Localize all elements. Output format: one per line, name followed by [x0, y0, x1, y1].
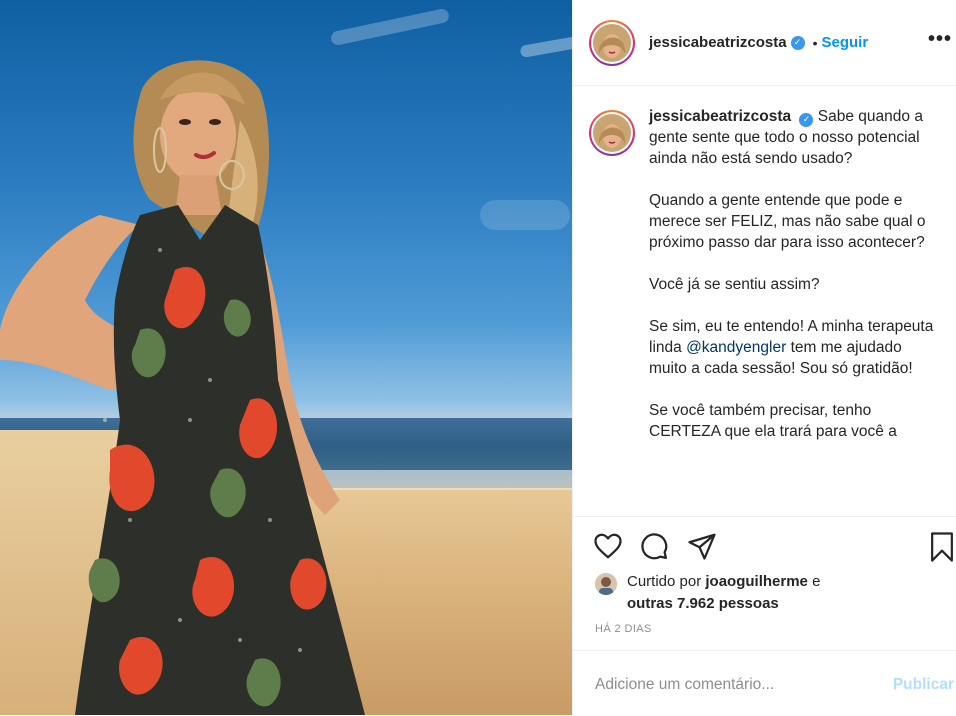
caption-text: jessicabeatrizcosta ✓ Sabe quando a gent…: [649, 106, 940, 516]
avatar[interactable]: [589, 19, 635, 66]
comment-icon[interactable]: [639, 531, 669, 561]
verified-badge-icon: ✓: [790, 35, 805, 50]
caption-avatar[interactable]: [589, 110, 635, 156]
follow-button[interactable]: Seguir: [821, 34, 868, 51]
bookmark-icon[interactable]: [927, 531, 956, 563]
likes-connector: e: [812, 573, 821, 590]
separator-dot: •: [812, 34, 818, 51]
avatar-image: [593, 114, 631, 152]
caption-paragraph: Se sim, eu te entendo! A minha terapeuta…: [649, 316, 940, 379]
post-timestamp[interactable]: HÁ 2 DIAS: [595, 623, 652, 635]
post-sidebar: jessicabeatrizcosta ✓ • Seguir ••• jessi…: [572, 0, 956, 715]
caption-area: jessicabeatrizcosta ✓ Sabe quando a gent…: [573, 86, 956, 516]
caption-paragraph: jessicabeatrizcosta ✓ Sabe quando a gent…: [649, 106, 940, 169]
liker-avatar[interactable]: [595, 573, 617, 595]
avatar-image: [593, 23, 631, 62]
liker-username[interactable]: joaoguilherme: [705, 573, 808, 590]
instagram-post: jessicabeatrizcosta ✓ • Seguir ••• jessi…: [0, 0, 956, 715]
caption-paragraph: Você já se sentiu assim?: [649, 276, 820, 293]
avatar-border: [591, 112, 633, 154]
avatar-border: [591, 21, 633, 64]
publish-button[interactable]: Publicar: [893, 676, 954, 694]
post-header: jessicabeatrizcosta ✓ • Seguir •••: [573, 0, 956, 86]
comment-input[interactable]: Adicione um comentário...: [595, 676, 774, 694]
post-photo[interactable]: [0, 0, 572, 715]
verified-badge-icon: ✓: [799, 112, 814, 127]
woman-figure: [0, 60, 365, 715]
more-options-icon[interactable]: •••: [928, 28, 952, 51]
mention-link[interactable]: @kandyengler: [686, 339, 786, 356]
action-bar: [573, 516, 956, 577]
likes-summary: Curtido por joaoguilherme e outras 7.962…: [595, 571, 820, 615]
caption-paragraph: Quando a gente entende que pode e merece…: [649, 192, 926, 251]
likes-count[interactable]: outras 7.962 pessoas: [627, 595, 779, 612]
likes-prefix: Curtido por: [627, 573, 702, 590]
share-icon[interactable]: [687, 531, 717, 561]
header-username[interactable]: jessicabeatrizcosta: [649, 34, 787, 51]
caption-username[interactable]: jessicabeatrizcosta: [649, 108, 791, 125]
caption-paragraph: Se você também precisar, tenho CERTEZA q…: [649, 402, 897, 440]
likes-text: Curtido por joaoguilherme e outras 7.962…: [627, 571, 820, 615]
heart-icon[interactable]: [593, 531, 623, 561]
comment-box: Adicione um comentário... Publicar: [573, 650, 956, 716]
